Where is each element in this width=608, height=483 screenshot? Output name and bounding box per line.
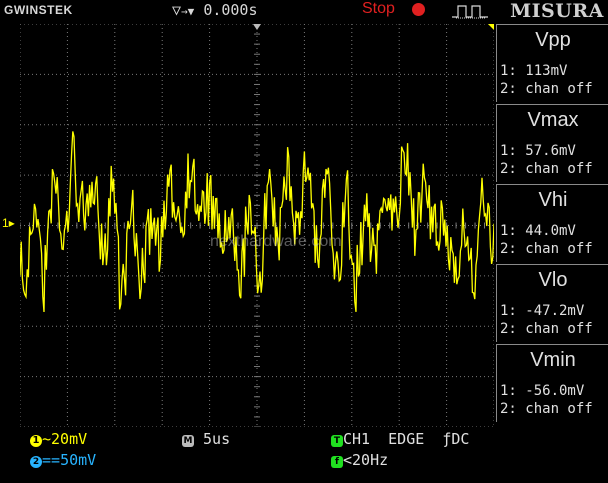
measure-ch2-value: 2: chan off [500, 401, 593, 417]
ch2-scale-readout[interactable]: 2 ==50mV [30, 451, 96, 469]
trigger-badge-icon: T [331, 435, 343, 447]
measure-vhi[interactable]: Vhi 1: 44.0mV 2: chan off [496, 184, 608, 262]
trigger-time-marker-icon [253, 24, 261, 30]
timebase-badge-icon: M [182, 435, 194, 447]
trigger-delay-value: 0.000s [203, 1, 258, 19]
measure-vlo[interactable]: Vlo 1: -47.2mV 2: chan off [496, 264, 608, 342]
ch1-scale-readout[interactable]: 1 ~20mV [30, 430, 87, 448]
graticule [20, 24, 494, 427]
frequency-badge-icon: f [331, 456, 343, 468]
measure-ch2-value: 2: chan off [500, 241, 593, 257]
bottom-status-bar: 1 ~20mV 2 ==50mV M 5us T CH1 EDGE ƒDC f <20H… [0, 427, 608, 483]
trigger-status-icon [452, 5, 488, 19]
dc-coupling-icon: == [42, 451, 61, 469]
ch1-waveform-trace [20, 131, 494, 313]
measure-name: Vlo [538, 269, 568, 291]
measure-vpp[interactable]: Vpp 1: 113mV 2: chan off [496, 24, 608, 102]
ch1-badge-icon: 1 [30, 435, 42, 447]
trigger-arrow-icon: →▼ [181, 5, 195, 18]
measure-name: Vpp [535, 29, 571, 51]
timebase-readout[interactable]: M 5us [182, 430, 230, 448]
measure-name: Vhi [538, 189, 568, 211]
measure-ch2-value: 2: chan off [500, 321, 593, 337]
trigger-coupling: DC [451, 430, 470, 448]
ch1-scale: 20mV [51, 430, 88, 448]
frequency-readout: f <20Hz [331, 451, 388, 469]
ch2-scale: 50mV [60, 451, 97, 469]
brand-logo: GWINSTEK [4, 3, 73, 17]
run-stop-label[interactable]: Stop [362, 0, 395, 18]
measure-ch1-value: 1: -56.0mV [500, 383, 585, 399]
timebase-value: 5us [203, 430, 231, 448]
measure-name: Vmax [527, 109, 579, 131]
trigger-source: CH1 [343, 430, 371, 448]
measure-ch1-value: 1: 57.6mV [500, 143, 576, 159]
trigger-level-marker-icon [488, 24, 494, 30]
measure-name: Vmin [530, 349, 576, 371]
measure-ch1-value: 1: 44.0mV [500, 223, 576, 239]
measure-ch1-value: 1: 113mV [500, 63, 568, 79]
measure-vmax[interactable]: Vmax 1: 57.6mV 2: chan off [496, 104, 608, 182]
trigger-position-icon: ▽ [172, 1, 182, 19]
menu-title: MISURA [510, 0, 604, 22]
measure-ch2-value: 2: chan off [500, 161, 593, 177]
measure-vmin[interactable]: Vmin 1: -56.0mV 2: chan off [496, 344, 608, 422]
ac-coupling-icon: ~ [42, 430, 52, 448]
measure-ch1-value: 1: -47.2mV [500, 303, 585, 319]
trigger-type: EDGE [388, 430, 425, 448]
stop-indicator-icon [412, 3, 425, 16]
trigger-delay: ▽→▼ 0.000s [172, 1, 258, 19]
trigger-readout[interactable]: T CH1 EDGE ƒDC [331, 430, 469, 448]
waveform-display [20, 24, 494, 427]
measure-ch2-value: 2: chan off [500, 81, 593, 97]
frequency-value: <20Hz [343, 451, 389, 469]
watermark: nexthardware.com [210, 233, 342, 250]
ch2-badge-icon: 2 [30, 456, 42, 468]
top-status-bar: GWINSTEK ▽→▼ 0.000s Stop MISURA [0, 0, 608, 22]
measurement-panel: Vpp 1: 113mV 2: chan off Vmax 1: 57.6mV … [496, 24, 608, 427]
ch1-ground-marker: 1▸ [2, 216, 15, 230]
